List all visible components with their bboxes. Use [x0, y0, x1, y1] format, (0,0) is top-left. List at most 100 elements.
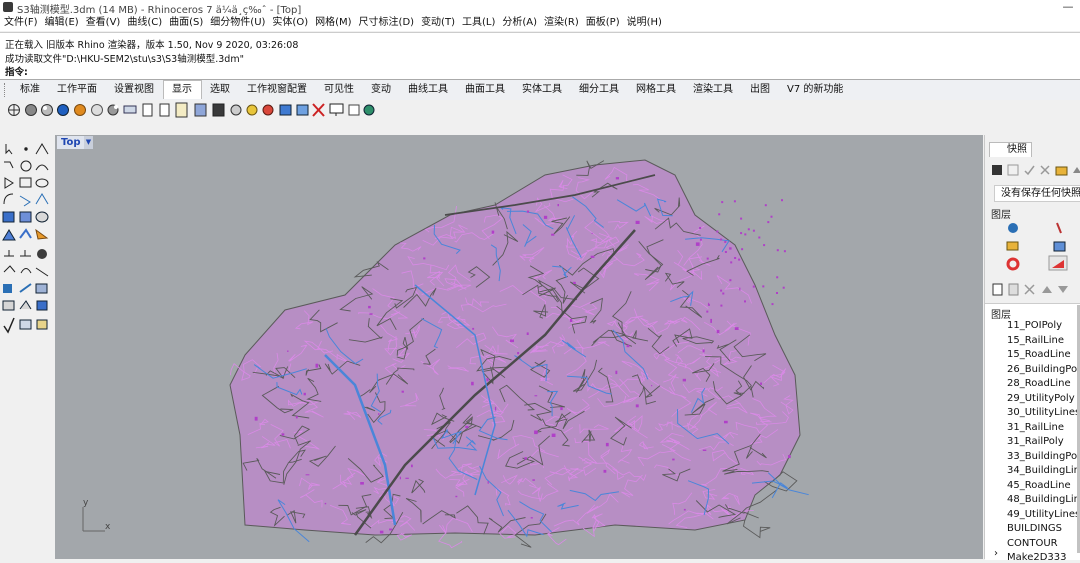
layer-row[interactable]: 15_RailLine	[1007, 335, 1064, 346]
menu-item[interactable]: 编辑(E)	[41, 15, 82, 31]
toolbar-tab[interactable]: 选取	[202, 80, 239, 100]
layer-row[interactable]: 34_BuildingLines	[1007, 465, 1080, 476]
render-panel-icon[interactable]	[1053, 241, 1066, 252]
select-arrow-icon[interactable]	[5, 144, 13, 155]
toolbar-tab[interactable]: 曲面工具	[457, 80, 514, 100]
viewport-title[interactable]: Top	[57, 136, 85, 149]
wireframe-display-icon[interactable]	[8, 104, 20, 116]
display-mode-icon[interactable]	[159, 103, 170, 117]
display-mode-icon[interactable]	[262, 104, 274, 116]
expand-arrow-icon[interactable]: ›	[994, 548, 998, 559]
text-icon[interactable]	[20, 250, 31, 257]
properties-icon[interactable]	[36, 319, 48, 330]
menu-item[interactable]: 渲染(R)	[540, 15, 582, 31]
layer-row[interactable]: 49_UtilityLines	[1007, 509, 1080, 520]
layer-row[interactable]: 15_RoadLine	[1007, 349, 1071, 360]
new-layer-icon[interactable]	[992, 283, 1003, 296]
display-mode-icon[interactable]	[175, 102, 188, 118]
group-icon[interactable]	[35, 283, 48, 294]
snapshot-icon[interactable]	[19, 300, 32, 310]
check-icon[interactable]	[3, 317, 15, 334]
display-mode-icon[interactable]	[212, 103, 225, 117]
toolbar-tab[interactable]: 出图	[742, 80, 779, 100]
move-layer-up-icon[interactable]	[1042, 286, 1052, 293]
display-mode-icon[interactable]	[296, 104, 309, 116]
extrude-icon[interactable]	[19, 211, 32, 223]
layers-panel-icon[interactable]	[1008, 223, 1018, 233]
layer-row[interactable]: Make2D333	[1007, 552, 1067, 563]
toolbar-tab[interactable]: 网格工具	[628, 80, 685, 100]
scroll-up-icon[interactable]	[1073, 167, 1080, 173]
toolbar-tab[interactable]: 实体工具	[514, 80, 571, 100]
layer-row[interactable]: 26_BuildingPoly	[1007, 364, 1080, 375]
explode-icon[interactable]	[35, 228, 49, 240]
move-icon[interactable]	[3, 265, 16, 273]
move-layer-down-icon[interactable]	[1058, 286, 1068, 293]
offset-icon[interactable]	[19, 195, 31, 207]
layer-row[interactable]: 31_RailLine	[1007, 422, 1064, 433]
folder-icon[interactable]	[1055, 166, 1068, 176]
toolbar-tab[interactable]: 设置视图	[106, 80, 163, 100]
curve-icon[interactable]	[4, 161, 14, 169]
layer-icon[interactable]	[36, 300, 48, 311]
triangle-icon[interactable]	[4, 177, 14, 189]
ellipse-icon[interactable]	[35, 178, 49, 188]
menu-item[interactable]: 变动(T)	[417, 15, 458, 31]
artistic-display-icon[interactable]	[107, 104, 119, 116]
display-mode-icon[interactable]	[194, 103, 207, 117]
monitor-icon[interactable]	[329, 103, 344, 116]
toolbar-tab[interactable]: 曲线工具	[400, 80, 457, 100]
layer-row[interactable]: BUILDINGS	[1007, 523, 1062, 534]
restore-icon[interactable]	[1024, 165, 1035, 176]
shaded-display-icon[interactable]	[25, 104, 37, 116]
layer-row[interactable]: 31_RailPoly	[1007, 436, 1064, 447]
layer-row[interactable]: 33_BuildingPoly	[1007, 451, 1080, 462]
text-object-icon[interactable]	[3, 284, 12, 293]
layer-row[interactable]: 48_BuildingLines	[1007, 494, 1080, 505]
rotate-icon[interactable]	[20, 268, 32, 274]
dimension-icon[interactable]	[4, 250, 14, 257]
mesh-icon[interactable]	[2, 229, 16, 241]
circle-icon[interactable]	[20, 160, 32, 172]
menu-item[interactable]: 曲面(S)	[165, 15, 206, 31]
layer-row[interactable]: 28_RoadLine	[1007, 378, 1071, 389]
menu-item[interactable]: 网格(M)	[311, 15, 354, 31]
color-wheel-icon[interactable]	[1006, 257, 1020, 271]
snapshot-tab[interactable]: 快照	[989, 142, 1032, 157]
save-icon[interactable]	[992, 165, 1002, 175]
viewport-menu-arrow[interactable]: ▼	[84, 136, 93, 149]
menu-item[interactable]: 说明(H)	[623, 15, 665, 31]
delete-icon[interactable]	[1040, 165, 1050, 175]
layer-row[interactable]: CONTOUR	[1007, 538, 1058, 549]
folder-panel-icon[interactable]	[1006, 241, 1019, 251]
toolbar-tab[interactable]: 细分工具	[571, 80, 628, 100]
boolean-icon[interactable]	[19, 228, 32, 239]
brush-panel-icon[interactable]	[1056, 222, 1062, 234]
toolbar-tab[interactable]: 渲染工具	[685, 80, 742, 100]
cylinder-icon[interactable]	[35, 211, 49, 223]
scale-icon[interactable]	[35, 267, 49, 277]
toolbar-tab[interactable]: V7 的新功能	[779, 80, 852, 100]
toolbar-tab[interactable]: 变动	[363, 80, 400, 100]
box-icon[interactable]	[2, 211, 15, 223]
edit-icon[interactable]	[1007, 164, 1019, 176]
layer-row[interactable]: 30_UtilityLines	[1007, 407, 1080, 418]
menu-item[interactable]: 工具(L)	[458, 15, 498, 31]
toolbar-tab[interactable]: 工作视窗配置	[239, 80, 316, 100]
menu-item[interactable]: 曲线(C)	[123, 15, 165, 31]
toolbar-tab[interactable]: 工作平面	[49, 80, 106, 100]
menu-item[interactable]: 细分物件(U)	[206, 15, 268, 31]
layout-icon[interactable]	[2, 300, 15, 311]
menu-item[interactable]: 面板(P)	[582, 15, 623, 31]
fillet-icon[interactable]	[3, 193, 14, 205]
toolbar-tab[interactable]: 可见性	[316, 80, 363, 100]
menu-item[interactable]: 实体(O)	[268, 15, 311, 31]
display-mode-icon[interactable]	[279, 104, 292, 116]
analyze-icon[interactable]	[19, 319, 32, 330]
xray-display-icon[interactable]	[74, 104, 86, 116]
menu-item[interactable]: 尺寸标注(D)	[355, 15, 418, 31]
display-mode-icon[interactable]	[348, 104, 360, 116]
toolbar-tab[interactable]: 标准	[12, 80, 49, 100]
display-mode-icon[interactable]	[230, 104, 242, 116]
polyline-icon[interactable]	[35, 143, 49, 155]
